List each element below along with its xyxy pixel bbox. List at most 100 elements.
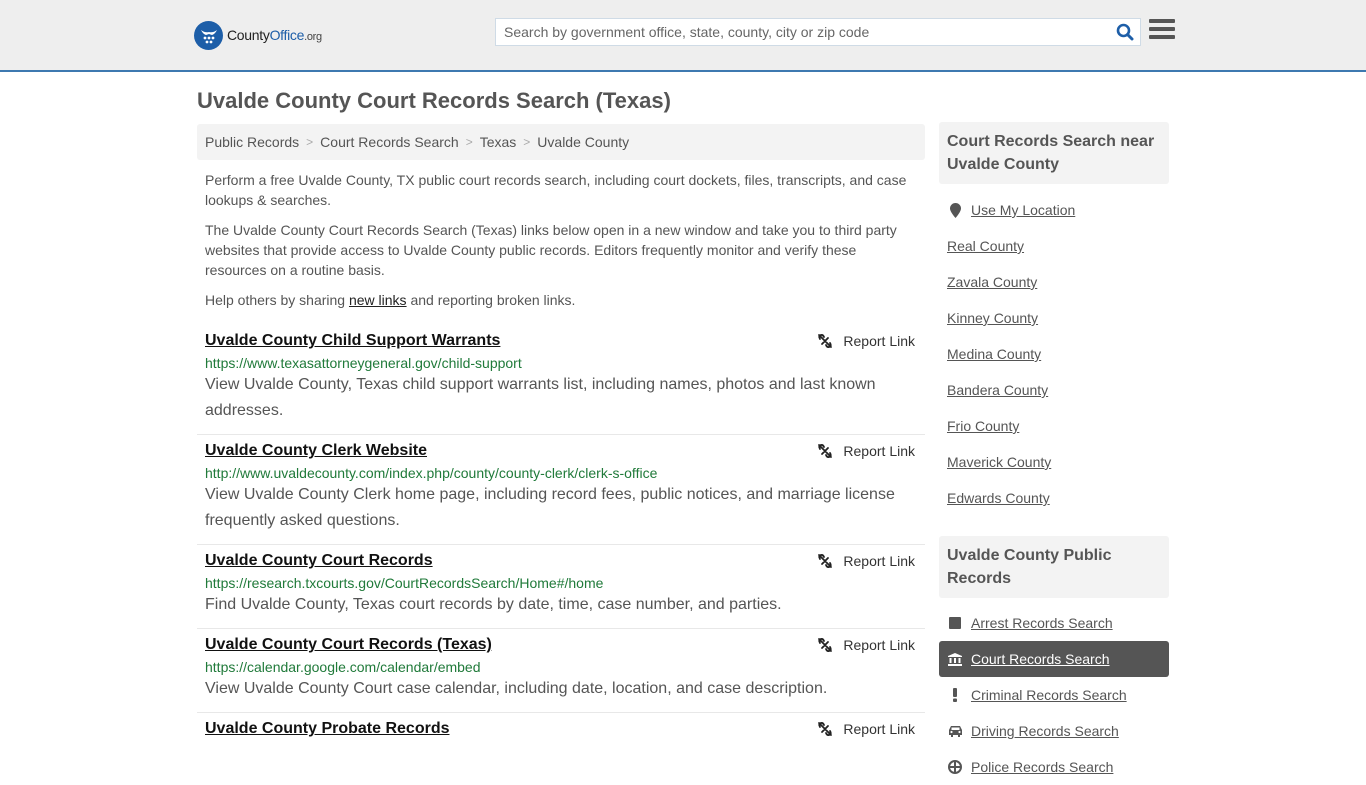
breadcrumb-separator-icon: > <box>465 135 473 149</box>
hamburger-menu-button[interactable] <box>1149 19 1175 43</box>
public-records-list: Arrest Records Search Court Records Sear… <box>939 605 1169 785</box>
nearby-county-link[interactable]: Real County <box>947 238 1024 254</box>
result-description: Find Uvalde County, Texas court records … <box>205 596 782 613</box>
nearby-county-link[interactable]: Medina County <box>947 346 1041 362</box>
nearby-heading: Court Records Search near Uvalde County <box>939 122 1169 184</box>
new-links-link[interactable]: new links <box>349 292 407 308</box>
search-button[interactable] <box>1110 19 1140 45</box>
public-records-heading: Uvalde County Public Records <box>939 536 1169 598</box>
result-description: View Uvalde County Clerk home page, incl… <box>205 486 895 529</box>
result-description: View Uvalde County, Texas child support … <box>205 376 876 419</box>
eagle-logo-icon <box>194 20 223 50</box>
public-record-item-police: Police Records Search <box>939 749 1169 785</box>
report-link-button[interactable]: Report Link <box>817 333 915 349</box>
report-link-label: Report Link <box>843 553 915 569</box>
breadcrumb-uvalde-county[interactable]: Uvalde County <box>537 134 629 150</box>
result-item: Uvalde County Probate Records Report Lin… <box>197 713 925 748</box>
intro-text-before-link: Help others by sharing <box>205 292 349 308</box>
map-marker-icon <box>947 202 963 218</box>
police-badge-icon <box>947 760 963 774</box>
breadcrumb: Public Records > Court Records Search > … <box>197 124 925 160</box>
broken-link-icon <box>818 554 833 568</box>
logo-county-text: County <box>227 27 270 43</box>
result-title-link[interactable]: Uvalde County Court Records (Texas) <box>205 636 492 654</box>
courthouse-icon <box>947 652 963 666</box>
public-record-item-criminal: Criminal Records Search <box>939 677 1169 713</box>
search-input[interactable] <box>496 19 1110 45</box>
broken-link-icon <box>818 722 833 736</box>
result-description: View Uvalde County Court case calendar, … <box>205 680 828 697</box>
court-records-link[interactable]: Court Records Search <box>971 651 1110 667</box>
intro-text-after-link: and reporting broken links. <box>406 292 576 308</box>
report-link-label: Report Link <box>843 637 915 653</box>
report-link-button[interactable]: Report Link <box>817 637 915 653</box>
car-icon <box>947 725 963 737</box>
result-title-link[interactable]: Uvalde County Probate Records <box>205 720 450 738</box>
nearby-county-item: Zavala County <box>939 264 1169 300</box>
result-item: Uvalde County Court Records Report Link … <box>197 545 925 629</box>
result-url: https://calendar.google.com/calendar/emb… <box>205 659 481 675</box>
police-records-link[interactable]: Police Records Search <box>971 759 1113 775</box>
logo-wordmark: CountyOffice.org <box>227 27 322 43</box>
nearby-county-item: Frio County <box>939 408 1169 444</box>
result-item: Uvalde County Court Records (Texas) Repo… <box>197 629 925 713</box>
report-link-label: Report Link <box>843 721 915 737</box>
intro-text: Perform a free Uvalde County, TX public … <box>205 170 920 320</box>
page-title: Uvalde County Court Records Search (Texa… <box>197 88 671 113</box>
nearby-county-link[interactable]: Kinney County <box>947 310 1038 326</box>
result-url: https://research.txcourts.gov/CourtRecor… <box>205 575 604 591</box>
use-my-location-link[interactable]: Use My Location <box>971 202 1075 218</box>
result-title-link[interactable]: Uvalde County Clerk Website <box>205 442 427 460</box>
result-item: Uvalde County Clerk Website Report Link … <box>197 435 925 545</box>
result-title-link[interactable]: Uvalde County Child Support Warrants <box>205 332 500 350</box>
logo-org-text: .org <box>304 31 322 43</box>
intro-paragraph-3: Help others by sharing new links and rep… <box>205 290 920 310</box>
breadcrumb-texas[interactable]: Texas <box>480 134 517 150</box>
breadcrumb-separator-icon: > <box>523 135 531 149</box>
nearby-county-link[interactable]: Edwards County <box>947 490 1050 506</box>
result-url: https://www.texasattorneygeneral.gov/chi… <box>205 355 522 371</box>
nearby-county-item: Maverick County <box>939 444 1169 480</box>
breadcrumb-public-records[interactable]: Public Records <box>205 134 299 150</box>
public-record-item-arrest: Arrest Records Search <box>939 605 1169 641</box>
report-link-button[interactable]: Report Link <box>817 721 915 737</box>
nearby-county-item: Real County <box>939 228 1169 264</box>
square-icon <box>947 617 963 629</box>
nearby-county-item: Medina County <box>939 336 1169 372</box>
nearby-county-link[interactable]: Zavala County <box>947 274 1037 290</box>
intro-paragraph-2: The Uvalde County Court Records Search (… <box>205 222 897 278</box>
nearby-county-item: Kinney County <box>939 300 1169 336</box>
logo-office-text: Office <box>269 27 305 43</box>
criminal-records-link[interactable]: Criminal Records Search <box>971 687 1127 703</box>
nearby-county-item: Bandera County <box>939 372 1169 408</box>
search-icon <box>1116 23 1134 41</box>
arrest-records-link[interactable]: Arrest Records Search <box>971 615 1113 631</box>
report-link-button[interactable]: Report Link <box>817 443 915 459</box>
result-url: http://www.uvaldecounty.com/index.php/co… <box>205 465 658 481</box>
broken-link-icon <box>818 444 833 458</box>
nearby-county-list: Use My Location Real County Zavala Count… <box>939 192 1169 516</box>
breadcrumb-court-records-search[interactable]: Court Records Search <box>320 134 459 150</box>
nearby-county-item: Edwards County <box>939 480 1169 516</box>
site-logo[interactable]: CountyOffice.org <box>194 20 322 50</box>
public-record-item-driving: Driving Records Search <box>939 713 1169 749</box>
nearby-county-link[interactable]: Maverick County <box>947 454 1051 470</box>
nearby-county-link[interactable]: Bandera County <box>947 382 1048 398</box>
result-item: Uvalde County Child Support Warrants Rep… <box>197 325 925 435</box>
report-link-label: Report Link <box>843 443 915 459</box>
result-title-link[interactable]: Uvalde County Court Records <box>205 552 433 570</box>
broken-link-icon <box>818 334 833 348</box>
intro-paragraph-1: Perform a free Uvalde County, TX public … <box>205 172 907 208</box>
search-bar <box>495 18 1141 46</box>
breadcrumb-separator-icon: > <box>306 135 314 149</box>
report-link-button[interactable]: Report Link <box>817 553 915 569</box>
report-link-label: Report Link <box>843 333 915 349</box>
site-header: CountyOffice.org <box>0 0 1366 72</box>
broken-link-icon <box>818 638 833 652</box>
hamburger-menu-icon <box>1149 19 1175 39</box>
results-list: Uvalde County Child Support Warrants Rep… <box>197 325 925 748</box>
public-record-item-court: Court Records Search <box>939 641 1169 677</box>
driving-records-link[interactable]: Driving Records Search <box>971 723 1119 739</box>
use-my-location-item: Use My Location <box>939 192 1169 228</box>
nearby-county-link[interactable]: Frio County <box>947 418 1019 434</box>
